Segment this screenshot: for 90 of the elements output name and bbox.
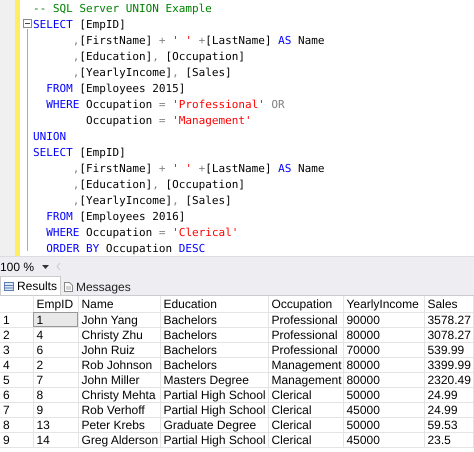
table-cell: 23.5: [424, 432, 474, 447]
table-cell: 14: [33, 432, 78, 447]
table-cell: Clerical: [268, 432, 343, 447]
row-number[interactable]: 8: [0, 417, 33, 432]
table-cell: 90000: [343, 312, 424, 327]
table-cell: Christy Mehta: [78, 387, 160, 402]
table-cell: Graduate Degree: [160, 417, 268, 432]
table-cell: John Miller: [78, 372, 160, 387]
code-line: ,[YearlyIncome], [Sales]: [72, 193, 233, 209]
table-cell: Clerical: [268, 417, 343, 432]
table-cell: Partial High School: [160, 387, 268, 402]
table-cell: 3399.99: [424, 357, 474, 372]
table-cell: 1: [33, 312, 78, 327]
document-icon: [64, 282, 74, 292]
table-cell: 4: [33, 327, 78, 342]
table-cell: Bachelors: [160, 342, 268, 357]
table-cell: Bachelors: [160, 357, 268, 372]
table-cell: Christy Zhu: [78, 327, 160, 342]
row-number[interactable]: 4: [0, 357, 33, 372]
column-header[interactable]: Sales: [424, 296, 474, 312]
table-cell: Rob Verhoff: [78, 402, 160, 417]
code-line: WHERE Occupation = 'Professional' OR: [45, 97, 286, 113]
code-line: SELECT [EmpID]: [33, 17, 127, 33]
table-cell: Partial High School: [160, 432, 268, 447]
grid-icon: [4, 282, 14, 290]
caret-icon: [42, 264, 49, 268]
table-cell: 3578.27: [424, 312, 474, 327]
table-cell: 24.99: [424, 402, 474, 417]
results-tab[interactable]: Results: [0, 276, 62, 295]
table-cell: 2: [33, 357, 78, 372]
row-number[interactable]: 6: [0, 387, 33, 402]
code-line: ,[Education], [Occupation]: [72, 49, 246, 65]
table-cell: 6: [33, 342, 78, 357]
code-line: -- SQL Server UNION Example: [33, 1, 213, 17]
code-line: ORDER BY Occupation DESC: [45, 241, 206, 256]
table-cell: 9: [33, 402, 78, 417]
table-cell: 50000: [343, 417, 424, 432]
row-number[interactable]: 3: [0, 342, 33, 357]
column-header[interactable]: Occupation: [268, 296, 343, 312]
row-number[interactable]: 5: [0, 372, 33, 387]
table-cell: 80000: [343, 327, 424, 342]
table-cell: Clerical: [268, 387, 343, 402]
table-cell: 8: [33, 387, 78, 402]
column-header[interactable]: Name: [78, 296, 160, 312]
table-cell: John Yang: [78, 312, 160, 327]
results-tab[interactable]: Messages: [61, 278, 134, 295]
code-line: ,[FirstName] + ' ' +[LastName] AS Name: [72, 33, 326, 49]
table-cell: 3078.27: [424, 327, 474, 342]
table-cell: Management: [268, 372, 343, 387]
table-cell: Rob Johnson: [78, 357, 160, 372]
table-cell: 45000: [343, 402, 424, 417]
code-line: FROM [Employees 2015]: [45, 81, 186, 97]
code-line: UNION: [33, 129, 68, 145]
code-line: FROM [Employees 2016]: [45, 209, 186, 225]
table-cell: 80000: [343, 372, 424, 387]
table-cell: 2320.49: [424, 372, 474, 387]
table-cell: 7: [33, 372, 78, 387]
column-header[interactable]: Education: [160, 296, 268, 312]
table-cell: 45000: [343, 432, 424, 447]
table-cell: 59.53: [424, 417, 474, 432]
table-cell: Clerical: [268, 402, 343, 417]
table-cell: Professional: [268, 342, 343, 357]
table-cell: 24.99: [424, 387, 474, 402]
table-cell: Management: [268, 357, 343, 372]
table-cell: 50000: [343, 387, 424, 402]
table-cell: 80000: [343, 357, 424, 372]
row-number[interactable]: 7: [0, 402, 33, 417]
table-cell: 13: [33, 417, 78, 432]
table-cell: 539.99: [424, 342, 474, 357]
table-cell: Professional: [268, 327, 343, 342]
code-line: SELECT [EmpID]: [33, 145, 127, 161]
row-number[interactable]: 9: [0, 432, 33, 447]
table-cell: Peter Krebs: [78, 417, 160, 432]
table-cell: Bachelors: [160, 312, 268, 327]
table-cell: Partial High School: [160, 402, 268, 417]
code-line: Occupation = 'Management': [84, 113, 253, 129]
collapse-icon[interactable]: [23, 19, 32, 28]
code-line: ,[Education], [Occupation]: [72, 177, 246, 193]
row-number[interactable]: 2: [0, 327, 33, 342]
table-cell: Professional: [268, 312, 343, 327]
column-header[interactable]: YearlyIncome: [343, 296, 424, 312]
code-line: ,[FirstName] + ' ' +[LastName] AS Name: [72, 161, 326, 177]
table-cell: Masters Degree: [160, 372, 268, 387]
table-cell: Greg Alderson: [78, 432, 160, 447]
table-cell: John Ruiz: [78, 342, 160, 357]
table-cell: 70000: [343, 342, 424, 357]
code-line: ,[YearlyIncome], [Sales]: [72, 65, 233, 81]
code-line: WHERE Occupation = 'Clerical': [45, 225, 240, 241]
table-cell: Bachelors: [160, 327, 268, 342]
zoom-dropdown[interactable]: 100 %: [0, 258, 52, 276]
